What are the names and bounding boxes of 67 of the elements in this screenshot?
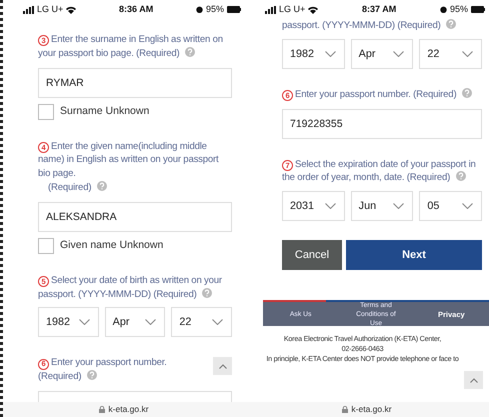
select-value: 2031 [290,199,314,214]
wifi-icon [66,6,76,14]
chevron-down-icon[interactable] [462,203,474,210]
help-icon[interactable] [462,88,472,98]
text-input[interactable] [38,390,232,402]
text-input[interactable]: 719228355 [282,108,482,139]
select-value: 05 [427,199,440,214]
battery-icon [227,6,241,13]
lock-icon [99,406,106,413]
select-field[interactable]: 22 [419,38,482,69]
chevron-down-icon[interactable] [393,203,404,210]
next-button[interactable]: Next [346,240,482,270]
select-field[interactable]: Apr [104,307,166,338]
battery-level: 95% [206,2,224,16]
carrier-name: LG U+ [279,2,306,16]
select-field[interactable]: 22 [171,307,232,338]
checkbox-label[interactable]: Surname Unknown [60,104,150,120]
chevron-down-icon[interactable] [462,50,474,57]
checkbox[interactable] [38,104,54,120]
select-value: 22 [179,315,192,330]
wifi-icon [308,6,318,14]
select-field[interactable]: 1982 [282,38,345,69]
chevron-down-icon[interactable] [324,50,336,57]
checkbox[interactable] [38,238,54,254]
battery-level: 95% [450,2,468,16]
url-text: k-eta.go.kr [108,403,149,416]
select-field[interactable]: Jun [350,191,414,222]
cancel-button[interactable]: Cancel [282,240,342,270]
help-icon[interactable] [86,370,97,380]
question-text: passport. (YYYY-MMM-DD) (Required) [282,19,482,33]
scroll-top-button[interactable] [464,371,483,389]
chevron-down-icon[interactable] [212,319,224,326]
chevron-down-icon[interactable] [78,319,90,326]
select-value: 1982 [290,46,314,62]
select-value: Apr [358,46,376,62]
url-text: k-eta.go.kr [351,403,392,416]
chevron-down-icon[interactable] [393,50,404,57]
select-field[interactable]: 1982 [38,307,99,338]
select-field[interactable]: Apr [350,38,414,69]
help-icon[interactable] [456,171,466,182]
select-value: 1982 [46,315,70,330]
select-value: Jun [358,199,376,214]
address-bar[interactable]: k-eta.go.kr [245,402,489,417]
select-field[interactable]: 05 [419,191,482,222]
status-time: 8:36 AM [119,2,154,16]
help-icon[interactable] [202,288,212,298]
text-input[interactable]: RYMAR [38,68,232,98]
caret-up-icon [470,378,478,382]
caret-up-icon [218,364,226,368]
signal-icon [265,6,276,14]
chevron-down-icon[interactable] [324,203,336,210]
status-time: 8:37 AM [362,2,396,16]
checkbox-label[interactable]: Given name Unknown [60,238,164,254]
chevron-down-icon[interactable] [145,319,156,326]
carrier-name: LG U+ [37,2,64,16]
text-input[interactable]: ALEKSANDRA [38,202,232,232]
address-bar[interactable]: k-eta.go.kr [3,402,245,417]
signal-icon [23,6,34,14]
select-value: Apr [112,315,130,330]
help-icon[interactable] [96,180,107,191]
help-icon[interactable] [446,19,456,29]
battery-icon [471,6,485,13]
select-field[interactable]: 2031 [282,191,345,222]
lock-icon [342,406,348,413]
scroll-top-button[interactable] [213,357,232,375]
select-value: 22 [427,46,440,62]
help-icon[interactable] [184,46,195,57]
